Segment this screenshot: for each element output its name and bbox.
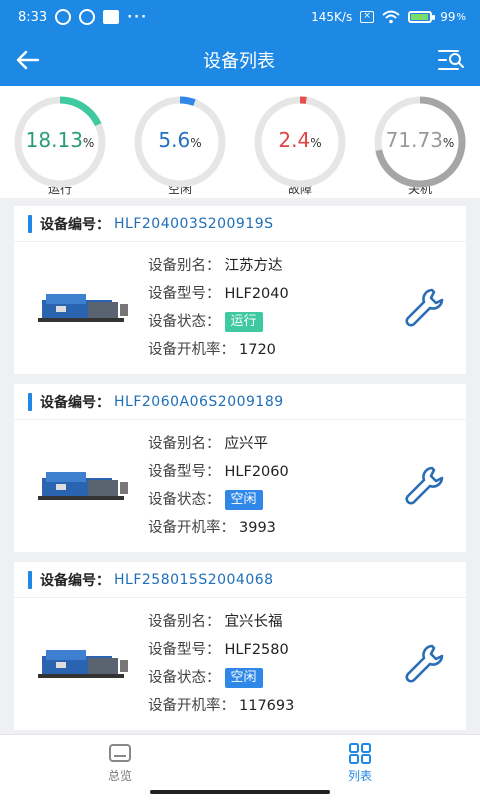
notification-icon [79,9,96,25]
alias-label: 设备别名： [148,614,221,630]
stat-value: 2.4 [278,128,311,152]
app-header: 设备列表 [0,34,480,86]
page-title: 设备列表 [203,51,275,72]
wrench-icon[interactable] [402,464,446,508]
status-bar: 8:33 ··· 145K/s × 99% [0,0,480,34]
status-label: 设备状态： [148,670,221,686]
rate-label: 设备开机率： [148,698,235,714]
status-label: 设备状态： [148,314,221,330]
device-model: HLF2040 [224,286,289,302]
status-label: 设备状态： [148,492,221,508]
status-summary: 18.13% 运行 5.6% 空闲 2.4% 故障 71.73% 关机 [0,86,480,198]
stat-value: 18.13 [25,128,83,152]
stat-running: 18.13% 运行 [5,94,115,197]
list-search-icon [438,50,464,70]
stat-unit: % [82,136,95,150]
laser-machine-image [38,650,128,678]
device-code: HLF2060A06S2009189 [114,393,284,410]
battery-icon [408,11,436,23]
code-label: 设备编号： [40,394,110,411]
device-card-header: 设备编号： HLF204003S200919S [14,206,466,242]
accent-bar [28,392,32,411]
notification-icon [55,9,72,25]
bottom-nav: 总览 列表 [0,734,480,800]
model-label: 设备型号： [148,464,221,480]
rate-label: 设备开机率： [148,342,235,358]
device-alias: 宜兴长福 [224,614,283,630]
laser-machine-image [38,472,128,500]
device-card-header: 设备编号： HLF258015S2004068 [14,562,466,598]
device-alias: 应兴平 [224,436,269,452]
stat-unit: % [442,136,455,150]
device-rate: 3993 [239,520,276,536]
laser-machine-image [38,294,128,322]
rate-label: 设备开机率： [148,520,235,536]
status-time: 8:33 [18,9,48,25]
device-rate: 117693 [239,698,295,714]
device-alias: 江苏方达 [224,258,283,274]
overview-icon [109,744,131,762]
wrench-icon[interactable] [402,286,446,330]
wrench-icon[interactable] [402,642,446,686]
stat-unit: % [190,136,202,150]
stat-value: 71.73 [385,128,443,152]
back-button[interactable] [14,46,42,74]
device-card[interactable]: 设备编号： HLF2060A06S2009189 设备别名： 应兴平 设备型号： H… [14,384,466,552]
device-card-header: 设备编号： HLF2060A06S2009189 [14,384,466,420]
device-model: HLF2060 [224,464,289,480]
stat-off: 71.73% 关机 [365,94,475,197]
filter-search-button[interactable] [436,46,466,74]
wifi-icon [382,10,400,24]
progress-ring: 71.73% [372,94,468,190]
nav-label: 总览 [107,769,132,783]
alias-label: 设备别名： [148,436,221,452]
device-code: HLF204003S200919S [114,215,274,232]
battery-level: 99 [440,10,456,24]
device-card[interactable]: 设备编号： HLF204003S200919S 设备别名： 江苏方达 设备型号： H… [14,206,466,374]
stat-fault: 2.4% 故障 [245,94,355,197]
accent-bar [28,214,32,233]
model-label: 设备型号： [148,642,221,658]
home-indicator[interactable] [150,790,330,794]
arrow-left-icon [16,50,40,70]
device-model: HLF2580 [224,642,289,658]
code-label: 设备编号： [40,572,110,589]
app-notification-icon [103,10,120,24]
device-list[interactable]: 设备编号： HLF204003S200919S 设备别名： 江苏方达 设备型号： H… [0,206,480,734]
net-speed: 145K/s [311,10,353,24]
stat-value: 5.6 [158,128,191,152]
more-notifications-icon: ··· [127,9,149,25]
progress-ring: 5.6% [132,94,228,190]
grid-list-icon [349,743,371,764]
device-rate: 1720 [239,342,276,358]
status-badge: 空闲 [224,668,263,688]
status-badge: 空闲 [224,490,263,510]
stat-idle: 5.6% 空闲 [125,94,235,197]
sim-icon: × [360,11,375,23]
code-label: 设备编号： [40,216,110,233]
status-badge: 运行 [224,312,263,332]
progress-ring: 2.4% [252,94,348,190]
alias-label: 设备别名： [148,258,221,274]
device-card[interactable]: 设备编号： HLF258015S2004068 设备别名： 宜兴长福 设备型号： H… [14,562,466,730]
device-code: HLF258015S2004068 [114,571,274,588]
nav-label: 列表 [347,769,372,783]
model-label: 设备型号： [148,286,221,302]
accent-bar [28,570,32,589]
progress-ring: 18.13% [12,94,108,190]
stat-unit: % [310,136,322,150]
